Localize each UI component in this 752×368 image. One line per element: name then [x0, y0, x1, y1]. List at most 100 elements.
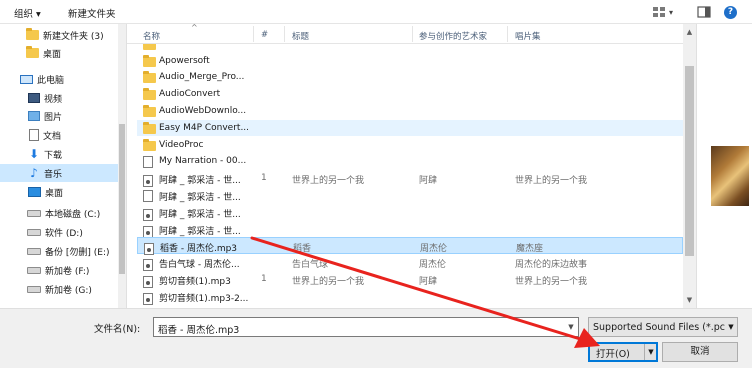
folder-icon: [143, 44, 156, 50]
view-options[interactable]: ▾: [652, 4, 673, 20]
column-name[interactable]: 名称: [143, 30, 160, 42]
view-dropdown-icon[interactable]: ▾: [669, 8, 673, 17]
nav-item-drive-e[interactable]: 备份 [勿删] (E:): [0, 242, 118, 260]
organize-button[interactable]: 组织 ▾: [14, 6, 41, 20]
column-divider[interactable]: [412, 26, 413, 42]
column-album[interactable]: 唱片集: [515, 30, 541, 42]
video-icon: [28, 93, 40, 103]
file-row[interactable]: 告白气球 - 周杰伦... 告白气球 周杰伦 周杰伦的床边故事: [137, 254, 683, 272]
audio-file-icon: [143, 276, 153, 289]
nav-label: 备份 [勿删] (E:): [45, 247, 110, 258]
nav-item-downloads[interactable]: ⬇ 下载: [0, 145, 118, 163]
cell-name: Apowersoft: [159, 55, 210, 66]
navigation-pane: 新建文件夹 (3) 桌面 此电脑 视频 图片 文档 ⬇ 下载 ♪ 音乐 桌面 本…: [0, 24, 126, 308]
cell-album: 魔杰座: [516, 244, 544, 255]
nav-scrollbar[interactable]: [118, 24, 126, 308]
cell-name: 剪切音频(1).mp3: [159, 276, 231, 287]
cell-artist: 周杰伦: [419, 260, 447, 271]
folder-icon: [26, 46, 39, 58]
computer-icon: [20, 74, 33, 84]
file-row[interactable]: 阿肆 _ 郭采洁 - 世...: [137, 204, 683, 222]
folder-icon: [26, 28, 39, 40]
drive-icon: [27, 285, 41, 293]
documents-icon: [29, 129, 39, 141]
file-row[interactable]: Audio_Merge_Pro...: [137, 69, 683, 86]
nav-item-new-folder[interactable]: 新建文件夹 (3): [0, 26, 118, 44]
column-divider[interactable]: [284, 26, 285, 42]
file-row[interactable]: Apowersoft: [137, 53, 683, 70]
column-divider[interactable]: [507, 26, 508, 42]
file-type-select[interactable]: Supported Sound Files (*.pcm ▼: [588, 317, 738, 337]
column-artist[interactable]: 参与创作的艺术家: [419, 30, 487, 42]
nav-label: 文档: [43, 131, 62, 142]
nav-item-desktop[interactable]: 桌面: [0, 183, 118, 201]
nav-item-videos[interactable]: 视频: [0, 89, 118, 107]
nav-label: 下载: [44, 150, 63, 161]
new-folder-button[interactable]: 新建文件夹: [68, 6, 116, 20]
cell-num: 1: [261, 273, 267, 284]
file-row[interactable]: My Narration - 00...: [137, 153, 683, 170]
cell-title: 世界上的另一个我: [292, 176, 365, 187]
filename-value: 稻香 - 周杰伦.mp3: [158, 325, 240, 336]
nav-label: 音乐: [44, 169, 63, 180]
file-row[interactable]: 阿肆 _ 郭采洁 - 世...: [137, 221, 683, 238]
audio-file-icon: [143, 225, 153, 238]
preview-pane-button[interactable]: [697, 4, 711, 20]
file-icon: [143, 156, 153, 169]
cell-album: 世界上的另一个我: [515, 276, 588, 287]
column-header: 名称 ^ # 标题 参与创作的艺术家 唱片集: [127, 23, 683, 44]
nav-label: 图片: [44, 112, 63, 123]
filename-input[interactable]: 稻香 - 周杰伦.mp3 ▼: [153, 317, 579, 337]
nav-label: 软件 (D:): [45, 228, 83, 239]
nav-item-pictures[interactable]: 图片: [0, 107, 118, 125]
column-number[interactable]: #: [261, 30, 268, 40]
column-divider[interactable]: [253, 26, 254, 42]
folder-icon: [143, 138, 156, 151]
nav-label: 新加卷 (G:): [45, 285, 92, 296]
file-row[interactable]: AudioWebDownlo...: [137, 103, 683, 120]
music-icon: ♪: [30, 166, 38, 180]
nav-label: 新建文件夹 (3): [43, 31, 104, 42]
download-icon: ⬇: [28, 147, 40, 161]
file-row[interactable]: Easy M4P Convert...: [137, 119, 683, 137]
open-dropdown-icon[interactable]: ▼: [646, 344, 656, 360]
file-row[interactable]: 剪切音频(1).mp3 1 世界上的另一个我 阿肆 世界上的另一个我: [137, 271, 683, 289]
file-list-scrollbar[interactable]: ▲ ▼: [683, 24, 696, 308]
nav-item-drive-c[interactable]: 本地磁盘 (C:): [0, 204, 118, 222]
nav-item-this-pc[interactable]: 此电脑: [0, 70, 118, 88]
cell-artist: 周杰伦: [420, 244, 448, 255]
nav-scroll-thumb[interactable]: [119, 124, 125, 274]
cell-name: 剪切音频(1).mp3-2...: [159, 293, 249, 304]
cancel-button[interactable]: 取消: [662, 342, 738, 362]
nav-item-documents[interactable]: 文档: [0, 126, 118, 144]
audio-file-icon: [143, 293, 153, 306]
file-row[interactable]: 剪切音频(1).mp3-2...: [137, 288, 683, 306]
nav-label: 桌面: [45, 188, 64, 199]
preview-pane-icon: [697, 6, 711, 18]
scroll-up-icon[interactable]: ▲: [683, 26, 696, 38]
folder-icon: [143, 54, 156, 67]
partial-row: [137, 44, 255, 52]
nav-item-drive-f[interactable]: 新加卷 (F:): [0, 261, 118, 279]
column-title[interactable]: 标题: [292, 30, 309, 42]
cell-artist: 阿肆: [419, 176, 438, 187]
file-row[interactable]: 阿肆 _ 郭采洁 - 世... 1 世界上的另一个我 阿肆 世界上的另一个我: [137, 170, 683, 188]
scroll-down-icon[interactable]: ▼: [683, 294, 696, 306]
nav-item-music[interactable]: ♪ 音乐: [0, 164, 118, 182]
file-row[interactable]: 稻香 - 周杰伦.mp3 稻香 周杰伦 魔杰座: [137, 237, 683, 255]
nav-item-drive-g[interactable]: 新加卷 (G:): [0, 280, 118, 298]
nav-item-drive-d[interactable]: 软件 (D:): [0, 223, 118, 241]
file-row[interactable]: VideoProc: [137, 137, 683, 154]
desktop-icon: [28, 187, 41, 197]
help-button[interactable]: ?: [724, 4, 737, 20]
open-button[interactable]: 打开(O) ▼: [588, 342, 658, 362]
cell-name: VideoProc: [159, 139, 204, 150]
audio-file-icon: [143, 209, 153, 222]
file-row[interactable]: 阿肆 _ 郭采洁 - 世...: [137, 187, 683, 204]
open-button-label: 打开(O): [596, 349, 630, 360]
nav-item-desktop-folder[interactable]: 桌面: [0, 44, 118, 62]
file-list-scroll-thumb[interactable]: [685, 66, 694, 256]
chevron-down-icon[interactable]: ▼: [725, 318, 737, 336]
file-row[interactable]: AudioConvert: [137, 86, 683, 103]
chevron-down-icon[interactable]: ▼: [564, 318, 578, 336]
